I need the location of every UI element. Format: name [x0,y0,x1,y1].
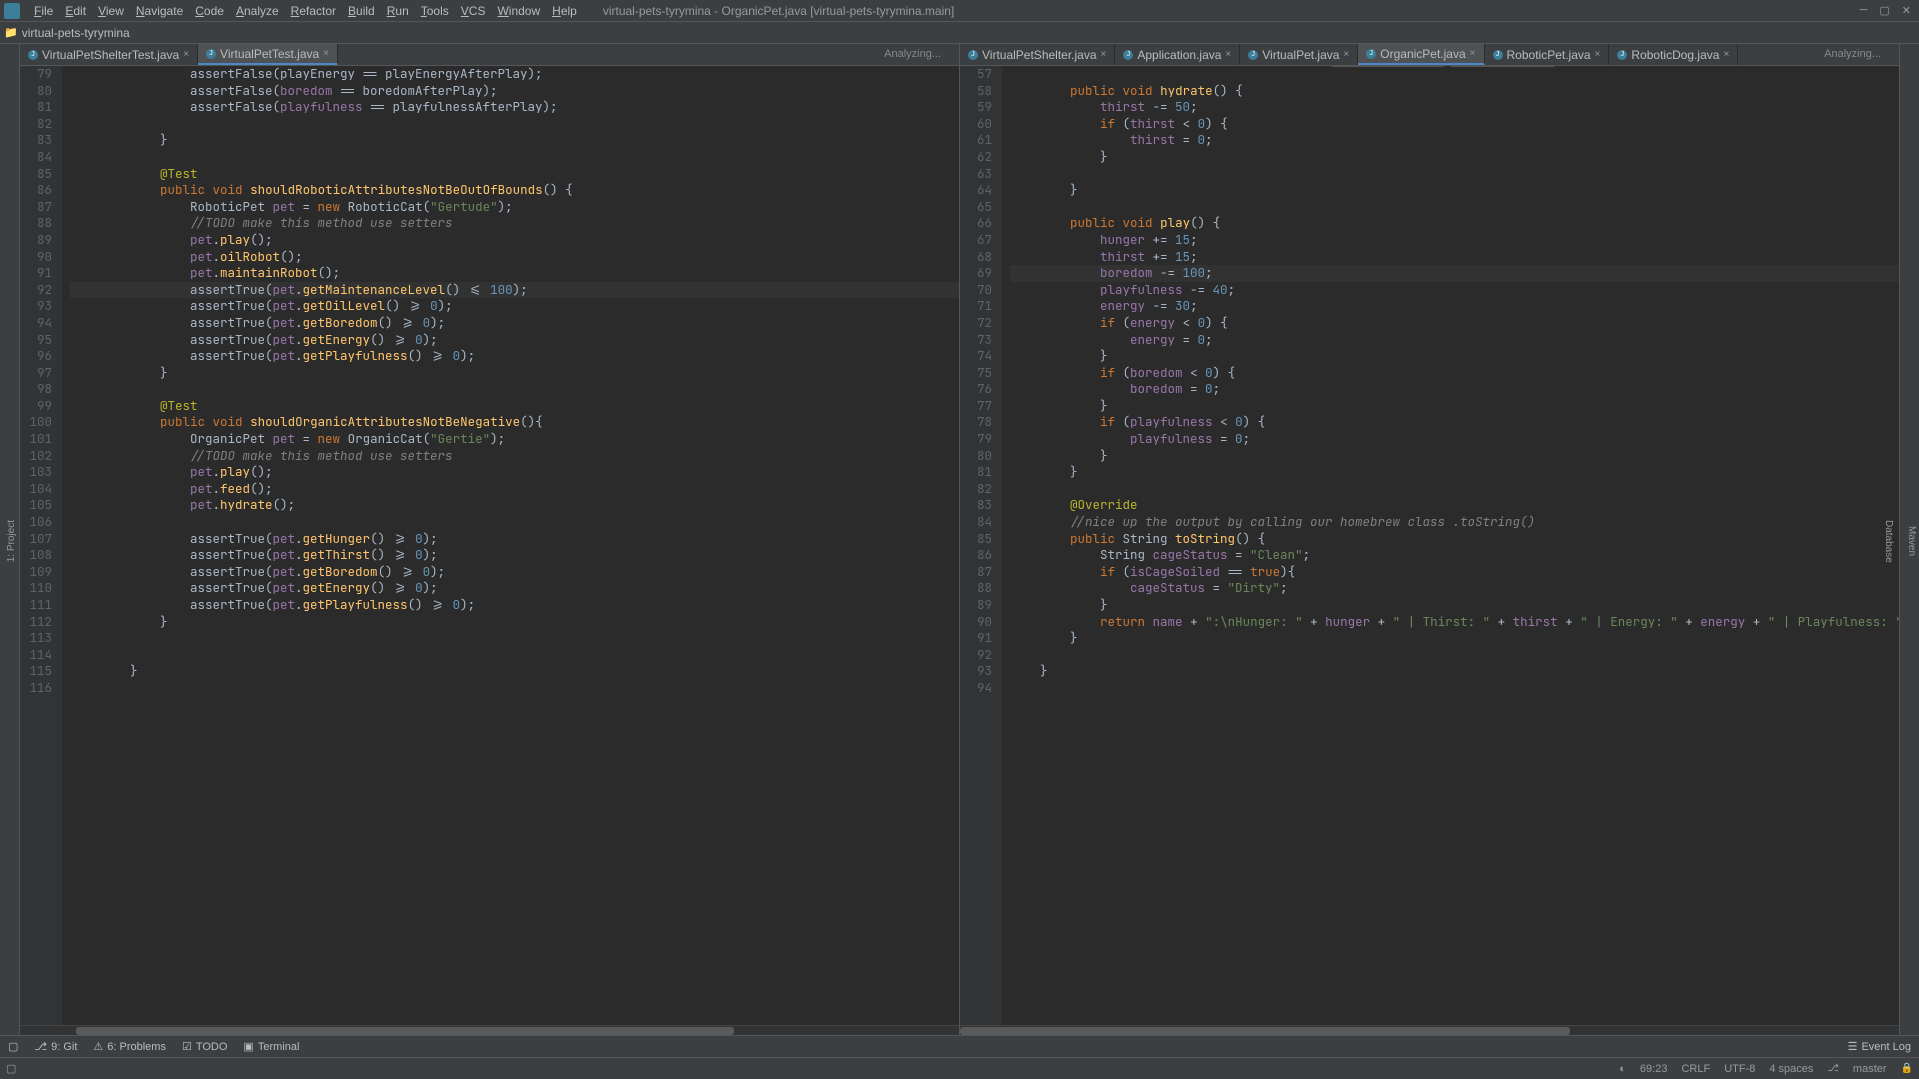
left-code[interactable]: assertFalse(playEnergy == playEnergyAfte… [62,66,959,1025]
menu-window[interactable]: Window [491,2,546,20]
status-caret-pos: 69:23 [1640,1063,1668,1075]
bottom-tool-window-icon[interactable]: ▢ [8,1040,18,1053]
project-name: virtual-pets-tyrymina [22,26,130,40]
bottom-problems[interactable]: ⚠6: Problems [93,1040,166,1053]
close-tab-icon[interactable]: × [1595,49,1601,60]
minimize-button[interactable]: ─ [1860,4,1868,17]
editor-area: JVirtualPetShelterTest.java×JVirtualPetT… [20,44,1899,1035]
statusbar: ▢ ◐ 69:23 CRLF UTF-8 4 spaces ⎇ master 🔒 [0,1057,1919,1079]
tool-project[interactable]: 1: Project [4,516,19,566]
menu-build[interactable]: Build [342,2,381,20]
main-area: 1: Project 7: Structure Commit Pull Requ… [0,44,1919,1035]
app-icon [4,3,20,19]
left-tool-stripe: 1: Project 7: Structure Commit Pull Requ… [0,44,20,1035]
menu-run[interactable]: Run [381,2,415,20]
branch-icon: ⎇ [34,1040,47,1053]
close-tab-icon[interactable]: × [323,48,329,59]
tool-maven[interactable]: Maven [1904,522,1919,560]
analyzing-label-right: Analyzing... [1824,48,1881,60]
left-line-gutter: 7980818283848586878889909192939495969798… [20,66,62,1025]
tab-VirtualPetShelter-java[interactable]: JVirtualPetShelter.java× [960,44,1115,65]
window-title: virtual-pets-tyrymina - OrganicPet.java … [603,4,954,18]
menu-help[interactable]: Help [546,2,583,20]
project-folder-icon: 📁 [4,26,18,39]
tab-VirtualPetShelterTest-java[interactable]: JVirtualPetShelterTest.java× [20,44,198,65]
tab-RoboticPet-java[interactable]: JRoboticPet.java× [1485,44,1610,65]
menu-code[interactable]: Code [189,2,230,20]
left-hscroll[interactable] [20,1025,959,1035]
java-file-icon: J [1248,50,1258,60]
status-encoding[interactable]: UTF-8 [1724,1063,1755,1075]
window-controls: ─ ▢ ✕ [1860,4,1915,17]
right-hscroll[interactable] [960,1025,1899,1035]
close-tab-icon[interactable]: × [1723,49,1729,60]
terminal-icon: ▣ [243,1040,253,1053]
right-code[interactable]: public void hydrate() { thirst -= 50; if… [1002,66,1899,1025]
bottom-terminal[interactable]: ▣Terminal [243,1040,299,1053]
left-code-area[interactable]: 7980818283848586878889909192939495969798… [20,66,959,1025]
titlebar: FileEditViewNavigateCodeAnalyzeRefactorB… [0,0,1919,22]
close-tab-icon[interactable]: × [1343,49,1349,60]
bottom-git[interactable]: ⎇9: Git [34,1040,77,1053]
java-file-icon: J [28,50,38,60]
left-editor: JVirtualPetShelterTest.java×JVirtualPetT… [20,44,960,1035]
status-branch[interactable]: master [1853,1063,1887,1075]
close-tab-icon[interactable]: × [1470,48,1476,59]
right-code-area[interactable]: 5758596061626364656667686970717273747576… [960,66,1899,1025]
bottom-event-log[interactable]: ☰Event Log [1848,1040,1911,1053]
menu-file[interactable]: File [28,2,59,20]
close-tab-icon[interactable]: × [1225,49,1231,60]
right-tool-stripe: Maven Database [1899,44,1919,1035]
tab-VirtualPet-java[interactable]: JVirtualPet.java× [1240,44,1358,65]
right-editor: JVirtualPetShelter.java×JApplication.jav… [960,44,1899,1035]
menu-vcs[interactable]: VCS [455,2,492,20]
menu-navigate[interactable]: Navigate [130,2,189,20]
right-tabs: JVirtualPetShelter.java×JApplication.jav… [960,44,1899,66]
left-tabs: JVirtualPetShelterTest.java×JVirtualPetT… [20,44,959,66]
menu-edit[interactable]: Edit [59,2,92,20]
tab-VirtualPetTest-java[interactable]: JVirtualPetTest.java× [198,44,338,65]
project-bar: 📁 virtual-pets-tyrymina ↖ 👥 Code With Me… [0,22,1919,44]
log-icon: ☰ [1848,1040,1858,1053]
bottom-tools: ▢ ⎇9: Git ⚠6: Problems ☑TODO ▣Terminal ☰… [0,1035,1919,1057]
branch-icon: ⎇ [1827,1063,1839,1074]
close-button[interactable]: ✕ [1902,4,1911,17]
warning-icon: ⚠ [93,1040,103,1053]
menu-tools[interactable]: Tools [415,2,455,20]
java-file-icon: J [206,49,216,59]
right-line-gutter: 5758596061626364656667686970717273747576… [960,66,1002,1025]
tab-Application-java[interactable]: JApplication.java× [1115,44,1240,65]
java-file-icon: J [968,50,978,60]
menu-refactor[interactable]: Refactor [285,2,342,20]
close-tab-icon[interactable]: × [1101,49,1107,60]
lock-icon[interactable]: 🔒 [1901,1063,1913,1074]
status-indicator-icon: ◐ [1619,1063,1626,1075]
bottom-todo[interactable]: ☑TODO [182,1040,227,1053]
java-file-icon: J [1617,50,1627,60]
tab-RoboticDog-java[interactable]: JRoboticDog.java× [1609,44,1738,65]
menu-analyze[interactable]: Analyze [230,2,285,20]
menu-view[interactable]: View [92,2,130,20]
tab-OrganicPet-java[interactable]: JOrganicPet.java× [1358,44,1484,65]
close-tab-icon[interactable]: × [183,49,189,60]
java-file-icon: J [1366,49,1376,59]
maximize-button[interactable]: ▢ [1879,4,1889,17]
java-file-icon: J [1123,50,1133,60]
main-menu: FileEditViewNavigateCodeAnalyzeRefactorB… [28,2,583,20]
status-message: ▢ [6,1062,16,1075]
check-icon: ☑ [182,1040,192,1053]
java-file-icon: J [1493,50,1503,60]
status-indent[interactable]: 4 spaces [1769,1063,1813,1075]
analyzing-label-left: Analyzing... [884,48,941,60]
status-eol[interactable]: CRLF [1681,1063,1710,1075]
